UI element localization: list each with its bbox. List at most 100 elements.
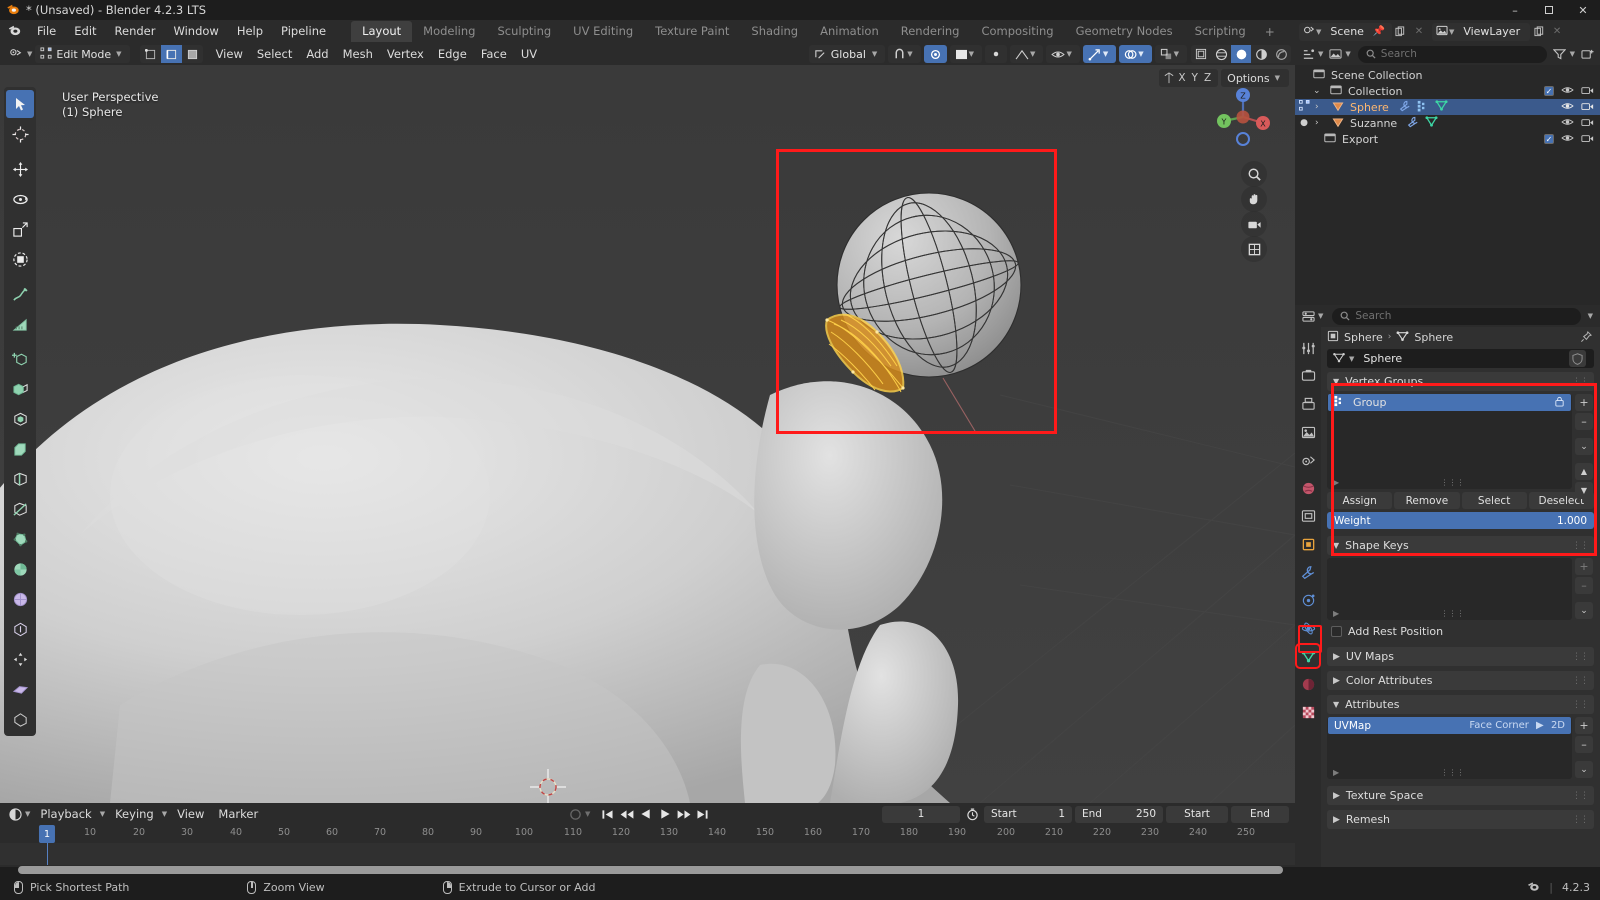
marker-start-button[interactable]: Start <box>1166 805 1228 823</box>
menu-view[interactable]: View <box>170 803 211 825</box>
outliner-row-collection[interactable]: ⌄ Collection ✓ <box>1295 83 1600 99</box>
material-preview-shading-icon[interactable] <box>1231 45 1251 63</box>
eye-icon[interactable] <box>1561 101 1574 114</box>
panel-header-attributes[interactable]: ▼ Attributes ⋮⋮ <box>1327 695 1594 714</box>
add-attribute-button[interactable]: + <box>1575 717 1593 734</box>
output-tab[interactable] <box>1297 393 1319 415</box>
display-mode-caret[interactable]: ▼ <box>1318 50 1323 58</box>
menu-playback[interactable]: Playback <box>33 803 98 825</box>
material-tab[interactable] <box>1297 673 1319 695</box>
datablock-name-field[interactable]: ▼ Sphere <box>1327 349 1594 368</box>
chevron-right-icon[interactable]: ▶ <box>1333 676 1340 686</box>
chevron-down-icon[interactable]: ⌄ <box>1313 86 1324 96</box>
poly-build-tool[interactable] <box>6 525 34 553</box>
lock-icon[interactable] <box>1554 396 1565 410</box>
timeline-ruler[interactable]: 1 10 20 30 40 50 60 70 80 90 100 110 120… <box>0 825 1295 843</box>
properties-search-input[interactable]: Search <box>1332 307 1581 325</box>
tab-modeling[interactable]: Modeling <box>412 21 486 42</box>
chevron-right-icon[interactable]: ▶ <box>1333 815 1340 825</box>
inset-faces-tool[interactable] <box>6 405 34 433</box>
panel-header-texture-space[interactable]: ▶ Texture Space ⋮⋮ <box>1327 786 1594 805</box>
move-vertex-group-down-button[interactable]: ▼ <box>1575 482 1593 499</box>
outliner-row-export[interactable]: Export ✓ <box>1295 131 1600 147</box>
vertex-group-item[interactable]: Group <box>1328 394 1571 411</box>
next-keyframe-icon[interactable] <box>675 806 692 823</box>
falloff-caret[interactable]: ▼ <box>969 50 974 58</box>
particles-tab[interactable] <box>1297 589 1319 611</box>
tool-tab[interactable] <box>1297 337 1319 359</box>
list-grip-icon[interactable]: ⋮⋮⋮ <box>1441 768 1465 777</box>
camera-render-icon[interactable] <box>1581 101 1594 114</box>
editor-type-icon[interactable] <box>6 45 26 63</box>
panel-grip-icon[interactable]: ⋮⋮ <box>1572 700 1589 710</box>
rip-region-tool[interactable] <box>6 675 34 703</box>
panel-header-color-attributes[interactable]: ▶ Color Attributes ⋮⋮ <box>1327 671 1594 690</box>
jump-start-icon[interactable] <box>599 806 616 823</box>
chevron-right-icon[interactable]: ▶ <box>1333 791 1340 801</box>
bevel-tool[interactable] <box>6 435 34 463</box>
new-viewlayer-icon[interactable] <box>1530 23 1548 41</box>
modifier-tab[interactable] <box>1297 561 1319 583</box>
face-select-mode-icon[interactable] <box>181 45 203 63</box>
weight-slider[interactable]: Weight 1.000 <box>1327 512 1594 529</box>
physics-tab[interactable] <box>1297 617 1319 639</box>
shading-options-caret[interactable] <box>1271 45 1291 63</box>
remove-shape-key-button[interactable]: – <box>1575 577 1593 594</box>
scene-dropdown-caret[interactable]: ▼ <box>1316 28 1321 36</box>
gizmo-caret[interactable]: ▼ <box>1103 50 1108 58</box>
vertex-select-mode-icon[interactable] <box>139 45 161 63</box>
remove-scene-icon[interactable]: ✕ <box>1410 23 1428 41</box>
smooth-tool[interactable] <box>6 585 34 613</box>
menu-vertex[interactable]: Vertex <box>380 43 431 65</box>
outliner-row-sphere[interactable]: › Sphere <box>1295 99 1600 115</box>
modifier-icon[interactable] <box>1407 116 1419 131</box>
tab-scripting[interactable]: Scripting <box>1184 21 1257 42</box>
collection-props-tab[interactable] <box>1297 505 1319 527</box>
filter-icon[interactable] <box>1551 45 1569 63</box>
panel-grip-icon[interactable]: ⋮⋮ <box>1572 541 1589 551</box>
shape-key-specials-button[interactable]: ⌄ <box>1575 602 1593 619</box>
suzanne-mesh[interactable] <box>0 65 1295 803</box>
shape-keys-list[interactable]: ▶ ⋮⋮⋮ <box>1327 558 1572 620</box>
outliner-display-icon[interactable] <box>1299 45 1317 63</box>
add-shape-key-button[interactable]: + <box>1575 558 1593 575</box>
loop-cut-tool[interactable] <box>6 465 34 493</box>
edge-select-mode-icon[interactable] <box>160 45 182 63</box>
annotate-tool[interactable] <box>6 280 34 308</box>
measure-tool[interactable] <box>6 310 34 338</box>
sphere-mesh[interactable] <box>779 152 1054 431</box>
timeline-editor-icon[interactable] <box>6 805 24 823</box>
jump-end-icon[interactable] <box>694 806 711 823</box>
play-reverse-icon[interactable] <box>637 806 654 823</box>
shear-tool[interactable] <box>6 645 34 673</box>
attribute-item-uvmap[interactable]: UVMap Face Corner ▶ 2D <box>1328 717 1571 734</box>
marker-end-button[interactable]: End <box>1231 805 1289 823</box>
remove-viewlayer-icon[interactable]: ✕ <box>1548 23 1566 41</box>
list-expand-icon[interactable]: ▶ <box>1333 609 1339 618</box>
axis-y-toggle[interactable]: Y <box>1189 72 1201 84</box>
tab-uv-editing[interactable]: UV Editing <box>562 21 644 42</box>
move-vertex-group-up-button[interactable]: ▲ <box>1575 463 1593 480</box>
camera-icon[interactable] <box>1241 211 1267 237</box>
chevron-down-icon[interactable]: ▼ <box>1333 700 1339 709</box>
outliner-row-suzanne[interactable]: ● › Suzanne <box>1295 115 1600 131</box>
camera-render-icon[interactable] <box>1581 117 1594 130</box>
camera-render-icon[interactable] <box>1581 133 1594 146</box>
zoom-icon[interactable] <box>1241 161 1267 187</box>
blender-menu-icon[interactable] <box>0 23 28 41</box>
menu-mesh[interactable]: Mesh <box>336 43 380 65</box>
list-resize-footer[interactable]: ▶ ⋮⋮⋮ <box>1327 609 1572 618</box>
panel-header-vertex-groups[interactable]: ▼ Vertex Groups ⋮⋮ <box>1327 372 1594 391</box>
chevron-down-icon[interactable]: ▼ <box>1333 541 1339 550</box>
frame-start-field[interactable]: Start 1 <box>984 805 1072 823</box>
eye-icon[interactable] <box>1561 117 1574 130</box>
minimize-button[interactable]: – <box>1498 0 1532 20</box>
viewport-options-button[interactable]: Options ▼ <box>1221 69 1289 87</box>
data-tab[interactable] <box>1295 643 1321 669</box>
remove-attribute-button[interactable]: – <box>1575 736 1593 753</box>
filter-display-icon[interactable] <box>1326 45 1344 63</box>
menu-edge[interactable]: Edge <box>431 43 474 65</box>
mesh-data-icon[interactable] <box>1425 115 1438 131</box>
render-tab[interactable] <box>1297 365 1319 387</box>
tab-geometry-nodes[interactable]: Geometry Nodes <box>1065 21 1184 42</box>
